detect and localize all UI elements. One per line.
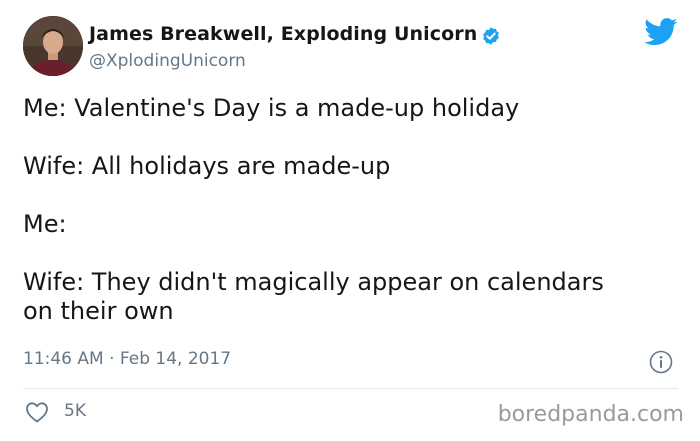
divider [23,388,678,389]
info-icon[interactable] [649,350,673,374]
tweet-text: Me: Valentine's Day is a made-up holiday… [23,94,683,326]
watermark: boredpanda.com [497,402,684,427]
heart-icon[interactable] [25,401,49,423]
like-count[interactable]: 5K [64,401,86,421]
tweet-line: Me: [23,210,67,238]
tweet-timestamp[interactable]: 11:46 AM · Feb 14, 2017 [23,349,231,369]
user-handle[interactable]: @XplodingUnicorn [89,51,246,71]
tweet-line: Wife: They didn't magically appear on ca… [23,268,604,296]
verified-badge-icon [483,27,499,45]
tweet-card: James Breakwell, Exploding Unicorn @Xplo… [0,0,700,441]
tweet-line: on their own [23,297,174,325]
twitter-bird-icon[interactable] [644,18,678,46]
tweet-line: Wife: All holidays are made-up [23,152,391,180]
tweet-line: Me: Valentine's Day is a made-up holiday [23,94,520,122]
display-name[interactable]: James Breakwell, Exploding Unicorn [89,23,477,45]
avatar[interactable] [23,16,83,76]
avatar-photo [23,16,83,76]
